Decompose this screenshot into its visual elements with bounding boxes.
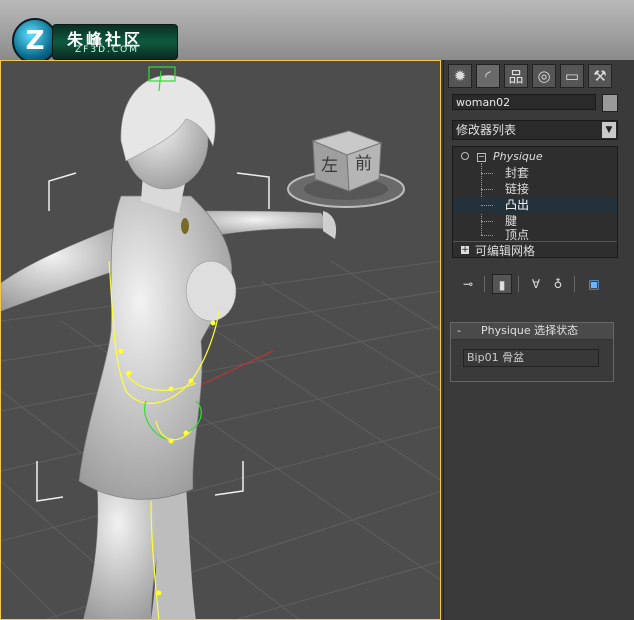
- physique-label: Physique: [493, 150, 543, 163]
- configure-sets-icon[interactable]: ▣: [584, 274, 604, 294]
- stack-divider: [453, 241, 617, 242]
- remove-modifier-icon[interactable]: ♁: [548, 274, 568, 294]
- object-name-field[interactable]: woman02: [452, 94, 596, 110]
- motion-tab-icon[interactable]: ◎: [532, 64, 556, 88]
- show-end-result-icon[interactable]: ▮: [492, 274, 512, 294]
- sub-object-label: 凸出: [505, 198, 530, 212]
- command-panel: ✹ ◜ 品 ◎ ▭ ⚒ woman02 修改器列表 ▼ − Physique 封…: [443, 60, 634, 620]
- rollout-header[interactable]: - Physique 选择状态: [451, 323, 613, 340]
- dropdown-arrow-icon[interactable]: ▼: [602, 122, 616, 138]
- modifier-list-dropdown[interactable]: 修改器列表 ▼: [452, 120, 618, 140]
- tree-branch: [481, 235, 493, 236]
- hierarchy-tab-icon[interactable]: 品: [504, 64, 528, 88]
- stack-toolbar: ⊸ ▮ ∀ ♁ ▣: [452, 274, 618, 296]
- sub-object-bulge[interactable]: 凸出: [453, 197, 617, 213]
- modifier-stack: − Physique 封套 链接 凸出 腱 顶点 + 可编辑网格: [452, 146, 618, 258]
- sub-object-label: 封套: [505, 166, 530, 180]
- stack-item-editable-mesh[interactable]: + 可编辑网格: [453, 243, 617, 259]
- expand-icon[interactable]: +: [461, 246, 469, 255]
- tree-branch: [481, 189, 493, 190]
- lightbulb-icon[interactable]: [461, 152, 469, 160]
- display-tab-icon[interactable]: ▭: [560, 64, 584, 88]
- logo-plate: 朱峰社区 ZF3D.COM: [52, 24, 178, 60]
- toolbar-separator: [574, 276, 575, 292]
- sub-object-link[interactable]: 链接: [453, 181, 617, 197]
- sub-object-label: 链接: [505, 182, 530, 196]
- pin-stack-icon[interactable]: ⊸: [458, 274, 478, 294]
- toolbar-separator: [484, 276, 485, 292]
- physique-selection-rollout: - Physique 选择状态 Bip01 骨盆: [450, 322, 614, 382]
- tree-branch: [481, 205, 493, 206]
- view-cube-front-label: 前: [355, 154, 372, 174]
- character-model[interactable]: [1, 74, 337, 620]
- utilities-tab-icon[interactable]: ⚒: [588, 64, 612, 88]
- modify-tab-icon[interactable]: ◜: [476, 64, 500, 88]
- view-cube[interactable]: 左 前: [287, 130, 405, 208]
- perspective-viewport[interactable]: 左 前: [0, 60, 441, 620]
- modifier-list-label: 修改器列表: [456, 123, 517, 137]
- rollout-toggle[interactable]: -: [457, 323, 461, 339]
- viewport-scene: 左 前: [1, 66, 440, 620]
- view-cube-left-label: 左: [321, 156, 338, 176]
- tree-branch: [481, 221, 493, 222]
- rollout-title: Physique 选择状态: [481, 324, 579, 337]
- top-banner: Z 朱峰社区 ZF3D.COM: [0, 0, 634, 64]
- make-unique-icon[interactable]: ∀: [526, 274, 546, 294]
- site-logo: Z 朱峰社区 ZF3D.COM: [12, 18, 178, 64]
- object-color-swatch[interactable]: [602, 94, 618, 112]
- selection-status-field: Bip01 骨盆: [463, 349, 599, 367]
- editable-mesh-label: 可编辑网格: [475, 244, 536, 258]
- command-panel-tabs: ✹ ◜ 品 ◎ ▭ ⚒: [448, 64, 612, 90]
- sub-object-envelope[interactable]: 封套: [453, 165, 617, 181]
- collapse-icon[interactable]: −: [477, 153, 486, 162]
- logo-subtitle: ZF3D.COM: [75, 45, 139, 55]
- stack-item-physique[interactable]: − Physique: [453, 149, 617, 165]
- tree-branch: [481, 173, 493, 174]
- toolbar-separator: [518, 276, 519, 292]
- create-tab-icon[interactable]: ✹: [448, 64, 472, 88]
